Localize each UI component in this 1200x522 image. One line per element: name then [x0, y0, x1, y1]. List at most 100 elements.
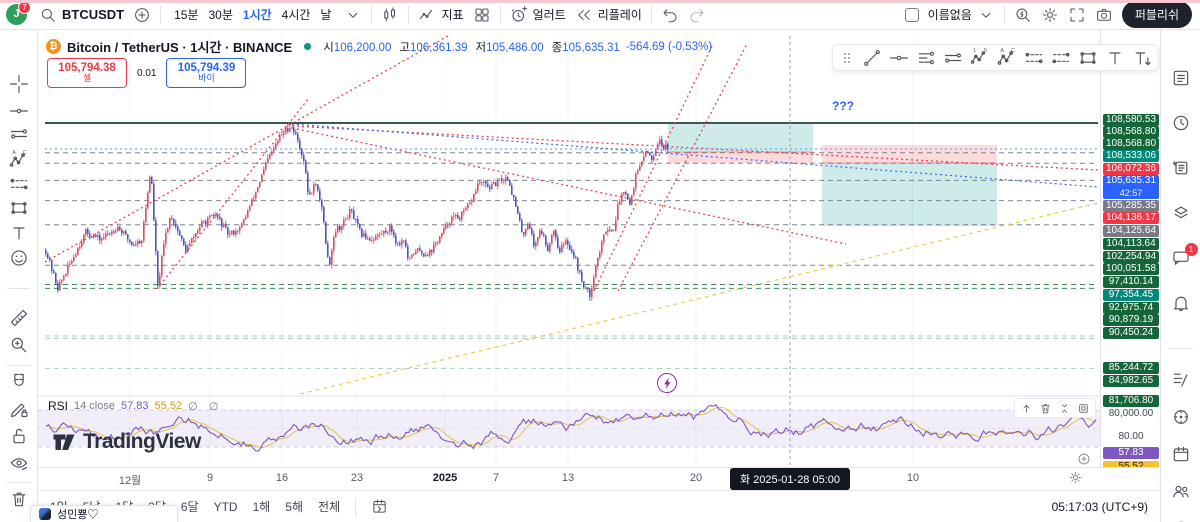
price-label: 85,244.72: [1103, 362, 1159, 374]
floating-drawing-toolbar: 15 AC: [832, 44, 1159, 71]
price-label: 108,568.80: [1103, 138, 1159, 150]
chart-style-icon[interactable]: [381, 6, 399, 24]
layout-name-button[interactable]: 이름없음: [928, 6, 995, 24]
tool-drawing-mode-icon[interactable]: [9, 399, 29, 419]
tool-crosshair-icon[interactable]: [9, 74, 29, 94]
add-alert-plus-icon[interactable]: [1077, 452, 1091, 466]
separator: [160, 5, 162, 24]
fullscreen-icon[interactable]: [1068, 6, 1086, 24]
sell-button[interactable]: 105,794.38 셀: [47, 58, 127, 88]
session-clock[interactable]: 05:17:03 (UTC+9): [1052, 500, 1148, 514]
lightning-marker[interactable]: [657, 373, 677, 393]
undo-icon[interactable]: [661, 6, 679, 24]
quick-search-icon[interactable]: [1014, 6, 1032, 24]
search-icon: [39, 6, 57, 24]
drawtool-horizontal-line-icon[interactable]: [889, 48, 909, 68]
timeframe-chevron-icon[interactable]: [344, 6, 362, 24]
indicators-label: 지표: [441, 8, 464, 22]
pane-collapse-icon[interactable]: [1058, 402, 1071, 415]
timeframe-button-1시간[interactable]: 1시간: [239, 4, 276, 25]
symbol-title[interactable]: Bitcoin / TetherUS · 1시간 · BINANCE: [67, 37, 292, 56]
question-annotation[interactable]: ???: [832, 99, 854, 113]
tool-text-icon[interactable]: [9, 223, 29, 243]
countdown-timer: 42:57: [1119, 188, 1143, 198]
tool-magnet-icon[interactable]: [9, 372, 29, 392]
publish-button[interactable]: 퍼블리쉬: [1121, 1, 1192, 28]
tool-emoji-icon[interactable]: [9, 248, 29, 268]
timeframe-button-15분[interactable]: 15분: [170, 4, 202, 25]
rsi-params: 14 close: [74, 400, 115, 412]
redo-icon[interactable]: [688, 6, 706, 24]
rsi-legend[interactable]: RSI 14 close 57.83 55.52 ∅ ∅: [48, 399, 222, 413]
buy-button[interactable]: 105,794.39 바이: [166, 58, 247, 88]
tradingview-watermark: TradingView: [52, 430, 201, 454]
indicator-templates-icon[interactable]: [473, 6, 491, 24]
drag-handle-icon[interactable]: [839, 50, 855, 66]
drawtool-short-position-icon[interactable]: [1051, 48, 1071, 68]
bitcoin-logo-icon: ₿: [46, 39, 61, 54]
drawtool-elliott-wave-icon[interactable]: 15: [970, 48, 990, 68]
sidebar-calendar-icon[interactable]: [1171, 444, 1191, 464]
price-label: 81,706.80: [1103, 395, 1159, 407]
sidebar-alert-log-icon[interactable]: [1171, 113, 1191, 133]
range-button-전체[interactable]: 전체: [318, 498, 340, 515]
pane-delete-icon[interactable]: [1039, 402, 1052, 415]
replay-button[interactable]: 리플레이: [575, 6, 642, 24]
tool-ruler-icon[interactable]: [9, 308, 29, 328]
drawtool-fib-retracement-icon[interactable]: [916, 48, 936, 68]
price-scale[interactable]: 108,580.53 108,568.80 108,568.80 108,533.06…: [1100, 30, 1160, 495]
time-axis[interactable]: 12월 9 16 23 2025 7 13 20 10: [38, 467, 1160, 490]
alert-button[interactable]: 얼러트: [510, 5, 566, 24]
drawtool-xabcd-pattern-icon[interactable]: AC: [997, 48, 1017, 68]
tool-xabcd-pattern-icon[interactable]: AC: [9, 150, 29, 170]
range-button-1해[interactable]: 1해: [253, 498, 271, 515]
top-toolbar: J 7 BTCUSDT 15분 30분 1시간 4시간 날 지표 얼러트 리플레이: [0, 0, 1200, 30]
sidebar-community-icon[interactable]: [1171, 481, 1191, 501]
settings-gear-icon[interactable]: [1041, 6, 1059, 24]
tool-hide-drawings-icon[interactable]: [9, 453, 29, 473]
sidebar-object-tree-icon[interactable]: [1171, 203, 1191, 223]
pane-move-up-icon[interactable]: [1020, 402, 1033, 415]
goto-date-icon[interactable]: [371, 498, 388, 515]
timeframe-button-30분[interactable]: 30분: [205, 4, 237, 25]
sidebar-data-window-icon[interactable]: [1171, 370, 1191, 390]
sidebar-notes-icon[interactable]: [1171, 158, 1191, 178]
layout-checkbox[interactable]: [904, 7, 919, 22]
sidebar-watchlist-icon[interactable]: [1171, 68, 1191, 88]
compare-symbol-icon[interactable]: [133, 6, 151, 24]
indicators-button[interactable]: 지표: [418, 6, 464, 24]
tool-zoom-in-icon[interactable]: [9, 335, 29, 355]
sidebar-notifications-icon[interactable]: [1171, 518, 1191, 522]
timeframe-button-날[interactable]: 날: [316, 4, 335, 25]
tool-parallel-channel-icon[interactable]: [9, 124, 29, 144]
snapshot-camera-icon[interactable]: [1095, 6, 1113, 24]
drawtool-text-icon[interactable]: [1105, 48, 1125, 68]
pane-maximize-icon[interactable]: [1077, 402, 1090, 415]
bottom-popup[interactable]: 성민뿅♡: [30, 505, 178, 522]
tool-lock-drawings-icon[interactable]: [9, 426, 29, 446]
rsi-pane-controls: [1014, 398, 1096, 418]
tool-horizontal-line-icon[interactable]: [9, 101, 29, 121]
axis-settings-gear-icon[interactable]: [1068, 470, 1083, 485]
range-button-YTD[interactable]: YTD: [214, 500, 238, 514]
drawtool-anchored-text-icon[interactable]: [1132, 48, 1152, 68]
ohlc-item: 저105,486.00: [476, 39, 544, 55]
tool-rectangle-icon[interactable]: [9, 198, 29, 218]
sidebar-alerts-icon[interactable]: [1171, 293, 1191, 313]
timeframe-button-4시간[interactable]: 4시간: [278, 4, 315, 25]
user-menu-button[interactable]: J 7: [6, 0, 31, 26]
sidebar-chat-icon[interactable]: 1: [1171, 243, 1198, 268]
drawtool-long-position-icon[interactable]: [1024, 48, 1044, 68]
sidebar-screener-icon[interactable]: [1171, 407, 1191, 427]
price-label: 104,136.17: [1103, 212, 1159, 224]
drawtool-rectangle-icon[interactable]: [1078, 48, 1098, 68]
rsi-hidden-icons[interactable]: ∅ ∅: [188, 400, 222, 413]
symbol-search-button[interactable]: BTCUSDT: [39, 6, 124, 24]
range-button-5해[interactable]: 5해: [285, 498, 303, 515]
tool-forecast-icon[interactable]: [9, 174, 29, 194]
price-label: 90,450.24: [1103, 327, 1159, 339]
tool-remove-drawings-icon[interactable]: [9, 489, 29, 509]
range-button-6달[interactable]: 6달: [181, 498, 199, 515]
drawtool-parallel-channel-icon[interactable]: [943, 48, 963, 68]
drawtool-trend-line-icon[interactable]: [862, 48, 882, 68]
